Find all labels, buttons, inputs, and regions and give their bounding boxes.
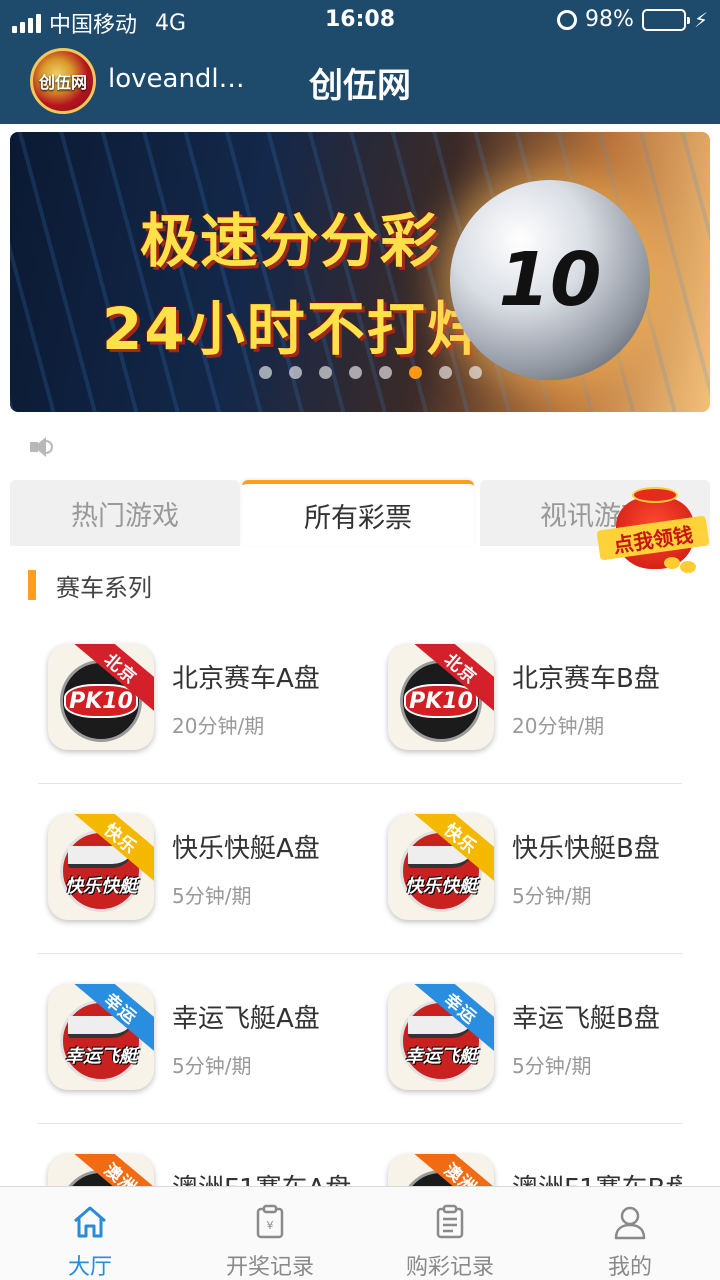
game-name: 快乐快艇B盘 [512, 834, 660, 864]
carousel-dot[interactable] [438, 366, 452, 379]
game-item[interactable]: 快乐快艇 快乐 快乐快艇B盘 5分钟/期 [388, 814, 682, 924]
game-art-text: 幸运飞艇 [65, 1046, 137, 1067]
tabbar-label: 我的 [607, 1255, 652, 1280]
game-row: PK10 北京 北京赛车A盘 20分钟/期 PK10 北京 北京赛车B盘 20分钟/期 [38, 614, 682, 784]
game-art-text: PK10 [64, 684, 138, 718]
top-bar: 中国移动 4G 16:08 98% ⚡ 创伍网 loveandlo... 创伍网 [0, 0, 720, 124]
game-icon: PK10 北京 [388, 644, 494, 750]
charging-icon: ⚡ [693, 7, 708, 32]
game-art-text: 快乐快艇 [405, 876, 477, 897]
section-accent-bar [28, 570, 36, 600]
tabbar-label: 购彩记录 [405, 1255, 494, 1280]
carousel-dot[interactable] [468, 366, 482, 379]
game-period: 5分钟/期 [512, 884, 592, 908]
alarm-icon [557, 9, 578, 30]
carousel-dots[interactable] [10, 366, 710, 379]
game-name: 北京赛车B盘 [512, 664, 660, 694]
game-item[interactable]: 幸运飞艇 幸运 幸运飞艇A盘 5分钟/期 [48, 984, 368, 1094]
game-art-text: 幸运飞艇 [405, 1046, 477, 1067]
ball-number: 10 [498, 237, 602, 323]
nav-bar: 创伍网 loveandlo... 创伍网 [0, 40, 720, 124]
speaker-icon [28, 434, 54, 460]
banner-headline: 极速分分彩 [140, 207, 441, 275]
game-period: 20分钟/期 [512, 714, 605, 738]
game-art-text: PK10 [404, 684, 478, 718]
tabbar-item-draw-records[interactable]: ¥ 开奖记录 [180, 1187, 360, 1280]
banner-subheadline: 24小时不打烊 [102, 295, 487, 363]
games-grid: PK10 北京 北京赛车A盘 20分钟/期 PK10 北京 北京赛车B盘 20分钟/期 快乐快艇… [38, 614, 682, 1186]
game-icon: 幸运飞艇 幸运 [388, 984, 494, 1090]
purchase-record-icon [436, 1204, 464, 1239]
game-name: 幸运飞艇B盘 [512, 1004, 660, 1034]
game-period: 5分钟/期 [172, 884, 252, 908]
carousel-dot[interactable] [258, 366, 272, 379]
profile-icon [614, 1206, 646, 1240]
game-period: 5分钟/期 [512, 1054, 592, 1078]
game-item[interactable]: PK10 北京 北京赛车B盘 20分钟/期 [388, 644, 682, 754]
game-period: 5分钟/期 [172, 1054, 252, 1078]
page-title: 创伍网 [309, 66, 411, 106]
game-item[interactable]: 澳洲澳洲F1赛车A盘 [48, 1154, 368, 1186]
game-icon: 快乐快艇 快乐 [48, 814, 154, 920]
game-art-text: 快乐快艇 [65, 876, 137, 897]
game-name: 快乐快艇A盘 [172, 834, 320, 864]
carousel-dot[interactable] [348, 366, 362, 379]
game-row: 幸运飞艇 幸运 幸运飞艇A盘 5分钟/期 幸运飞艇 幸运 幸运飞艇B盘 5分钟/期 [38, 954, 682, 1124]
tabbar-label: 大厅 [67, 1255, 112, 1280]
tabbar-item-purchase-records[interactable]: 购彩记录 [360, 1187, 540, 1280]
carousel-dot[interactable] [288, 366, 302, 379]
carousel-dot[interactable] [408, 366, 422, 379]
home-icon [74, 1206, 106, 1238]
game-icon: 快乐快艇 快乐 [388, 814, 494, 920]
game-name: 幸运飞艇A盘 [172, 1004, 320, 1034]
carousel-dot[interactable] [318, 366, 332, 379]
promo-banner[interactable]: 极速分分彩 24小时不打烊 10 [10, 132, 710, 412]
tabbar-label: 开奖记录 [225, 1255, 314, 1280]
game-name: 澳洲F1赛车B盘 [512, 1168, 682, 1186]
game-row: 快乐快艇 快乐 快乐快艇A盘 5分钟/期 快乐快艇 快乐 快乐快艇B盘 5分钟/期 [38, 784, 682, 954]
game-item[interactable]: PK10 北京 北京赛车A盘 20分钟/期 [48, 644, 368, 754]
red-envelope-promo[interactable]: 点我领钱 [596, 487, 710, 575]
game-name: 北京赛车A盘 [172, 664, 320, 694]
section-title: 赛车系列 [56, 573, 152, 602]
game-period: 20分钟/期 [172, 714, 265, 738]
battery-icon [641, 8, 690, 31]
status-bar: 中国移动 4G 16:08 98% ⚡ [0, 0, 720, 40]
game-item[interactable]: 澳洲澳洲F1赛车B盘 [388, 1154, 682, 1186]
battery-percent: 98% [585, 7, 634, 32]
game-row: 澳洲澳洲F1赛车A盘澳洲澳洲F1赛车B盘 [38, 1124, 682, 1186]
game-icon: 澳洲 [388, 1154, 494, 1186]
carousel-dot[interactable] [378, 366, 392, 379]
tab-all-lottery[interactable]: 所有彩票 [242, 480, 474, 546]
tabbar-item-profile[interactable]: 我的 [540, 1187, 720, 1280]
lottery-record-icon: ¥ [256, 1204, 284, 1239]
game-icon: 澳洲 [48, 1154, 154, 1186]
game-name: 澳洲F1赛车A盘 [172, 1168, 351, 1186]
svg-text:¥: ¥ [267, 1219, 274, 1232]
game-icon: PK10 北京 [48, 644, 154, 750]
tab-hot-games[interactable]: 热门游戏 [10, 480, 240, 546]
game-item[interactable]: 幸运飞艇 幸运 幸运飞艇B盘 5分钟/期 [388, 984, 682, 1094]
bottom-tab-bar: 大厅 ¥ 开奖记录 购彩记录 我的 [0, 1186, 720, 1280]
game-item[interactable]: 快乐快艇 快乐 快乐快艇A盘 5分钟/期 [48, 814, 368, 924]
lottery-ball-image: 10 [450, 180, 650, 380]
tabbar-item-lobby[interactable]: 大厅 [0, 1187, 180, 1280]
section-header: 赛车系列 [28, 568, 152, 602]
game-icon: 幸运飞艇 幸运 [48, 984, 154, 1090]
